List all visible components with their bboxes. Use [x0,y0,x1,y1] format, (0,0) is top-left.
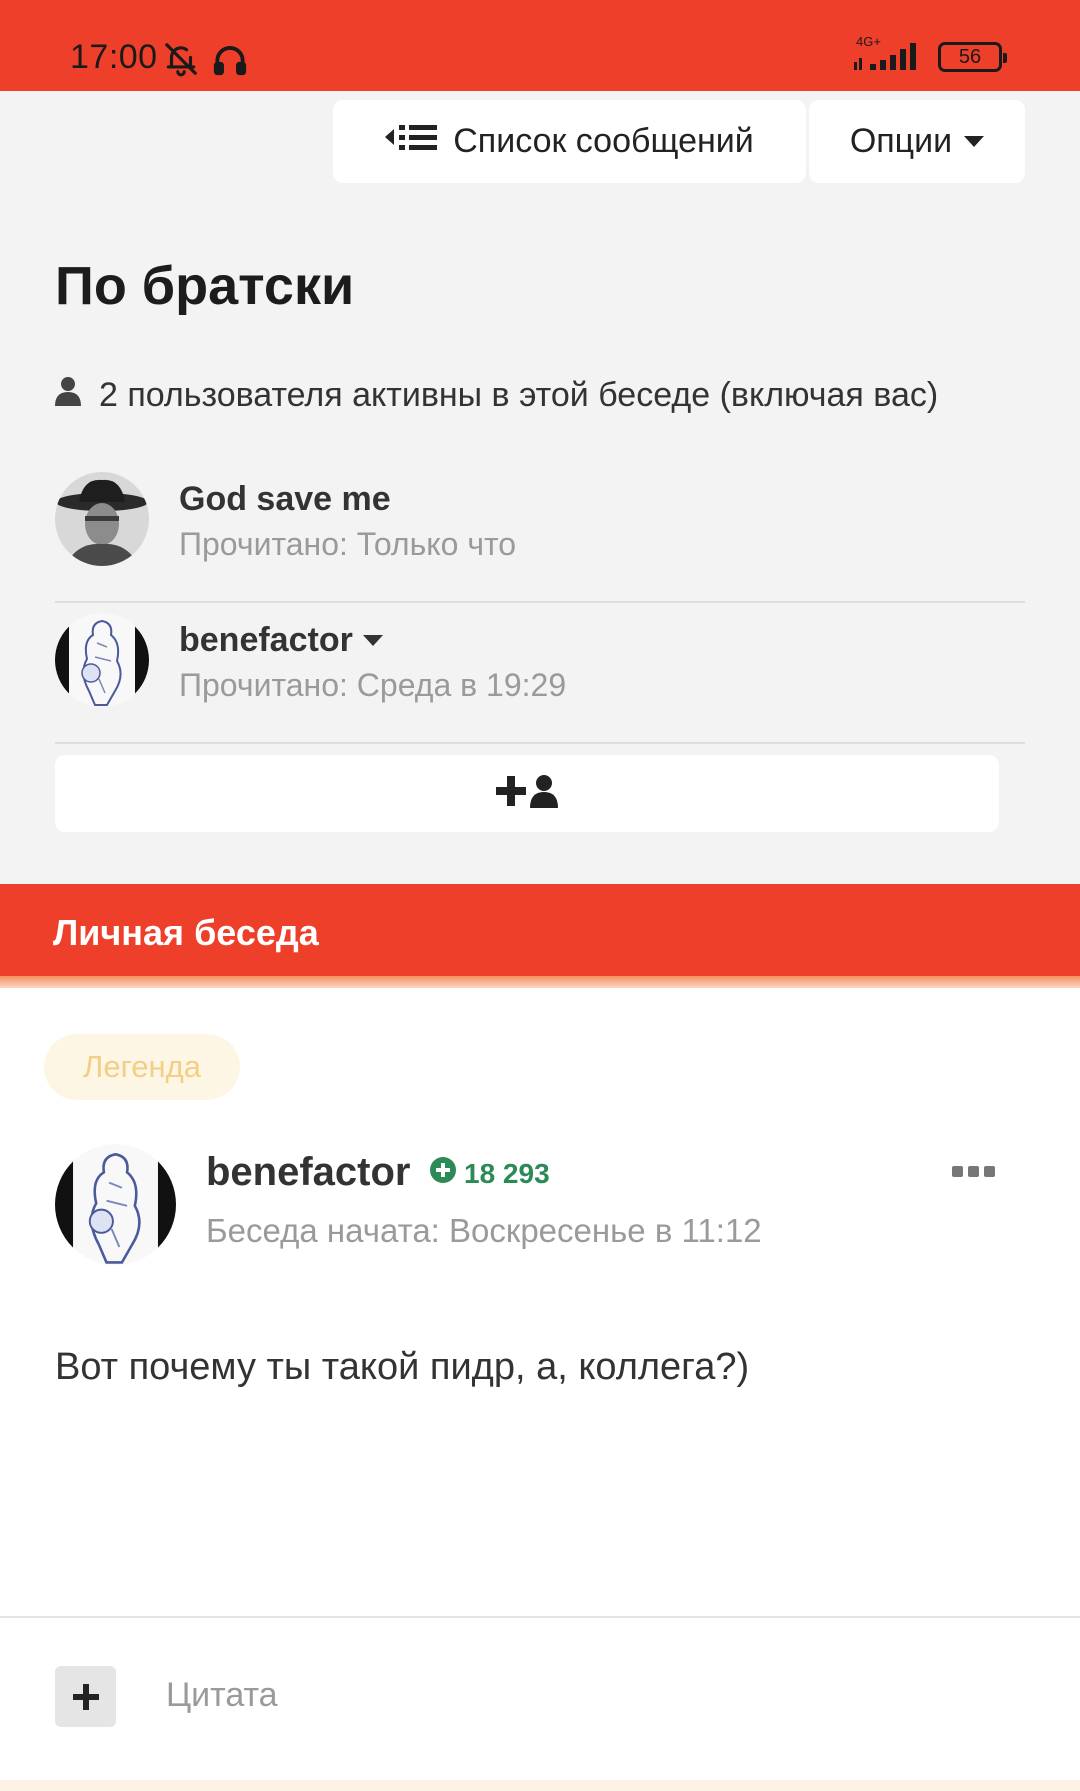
message-post: Легенда benefactor 18 293 Беседа начата:… [0,988,1080,1616]
options-label: Опции [849,122,953,160]
user-title-badge: Легенда [44,1034,240,1100]
chevron-down-icon [964,136,985,147]
section-title: Личная беседа [53,912,319,953]
section-header: Личная беседа [0,884,1080,976]
quote-button[interactable]: Цитата [166,1676,278,1715]
participant-item: God save me Прочитано: Только что [55,462,1025,603]
avatar[interactable] [55,613,149,707]
participant-name[interactable]: God save me [179,480,391,519]
chevron-down-icon[interactable] [362,635,383,646]
participant-item: benefactor Прочитано: Среда в 19:29 [55,603,1025,744]
participant-read-status: Прочитано: Только что [179,526,517,562]
headphones-icon [210,40,250,83]
bell-off-icon [162,40,200,83]
plus-circle-icon [430,1157,456,1190]
battery-level: 56 [958,45,982,68]
participants-summary: 2 пользователя активны в этой беседе (вк… [55,376,938,415]
top-toolbar: Список сообщений Опции [333,100,1025,183]
message-list-label: Список сообщений [453,122,754,160]
user-icon [530,774,558,813]
section-divider [0,976,1080,988]
add-participant-button[interactable] [55,755,999,832]
participants-summary-text: 2 пользователя активны в этой беседе (вк… [99,376,939,414]
multiquote-button[interactable] [55,1666,116,1727]
message-list-button[interactable]: Список сообщений [333,100,806,183]
status-bar: 17:00 4G+ 56 [0,0,1080,91]
signal-icon: 4G+ [852,34,924,72]
battery-icon: 56 [938,42,1007,72]
more-options-icon[interactable] [952,1166,995,1177]
reputation-badge: 18 293 [430,1157,550,1190]
options-button[interactable]: Опции [809,100,1025,183]
reputation-value: 18 293 [464,1157,550,1189]
participant-name[interactable]: benefactor [179,621,383,660]
status-time: 17:00 [70,38,158,76]
user-icon [55,376,81,415]
participant-read-status: Прочитано: Среда в 19:29 [179,667,567,703]
avatar[interactable] [55,1144,176,1265]
network-label: 4G+ [856,34,881,49]
message-actions: Цитата [0,1616,1080,1780]
message-body: Вот почему ты такой пидр, а, коллега?) [55,1346,750,1388]
message-date: Беседа начата: Воскресенье в 11:12 [206,1212,762,1249]
page-title: По братски [55,256,355,316]
list-back-icon [385,122,438,161]
bottom-divider [0,1780,1080,1791]
participant-name-text: benefactor [179,621,353,659]
avatar[interactable] [55,472,149,566]
plus-icon [496,776,526,811]
message-author[interactable]: benefactor [206,1150,411,1195]
participant-name-text: God save me [179,480,391,518]
